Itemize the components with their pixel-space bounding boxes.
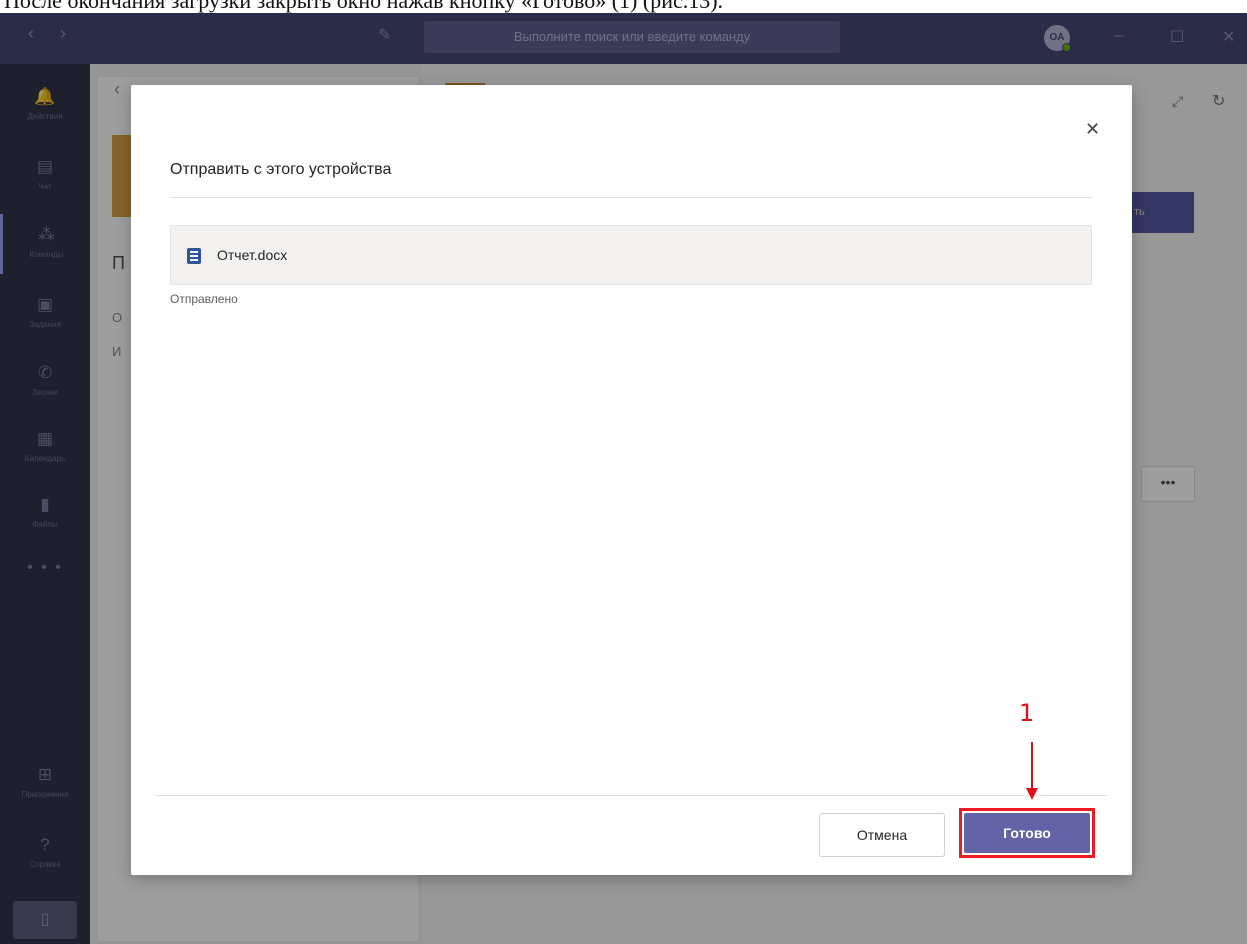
upload-status: Отправлено [170, 292, 238, 306]
arrow-down-icon [1026, 788, 1038, 800]
divider [155, 795, 1107, 796]
close-icon[interactable]: ✕ [1085, 119, 1100, 140]
cancel-button[interactable]: Отмена [819, 813, 945, 857]
annotation-arrow [1031, 742, 1033, 792]
done-button[interactable]: Готово [964, 813, 1090, 853]
dialog-title: Отправить с этого устройства [170, 161, 392, 178]
teams-window: ‹ › ✎ Выполните поиск или введите команд… [0, 13, 1247, 944]
file-name: Отчет.docx [217, 247, 288, 263]
divider [170, 197, 1092, 198]
caption-text: После окончания загрузки закрыть окно на… [4, 0, 724, 13]
annotation-number: 1 [1019, 699, 1035, 727]
file-row[interactable]: Отчет.docx [170, 225, 1092, 285]
word-document-icon [187, 248, 201, 264]
upload-dialog: ✕ Отправить с этого устройства Отчет.doc… [131, 85, 1132, 875]
document-caption: После окончания загрузки закрыть окно на… [0, 0, 1247, 13]
